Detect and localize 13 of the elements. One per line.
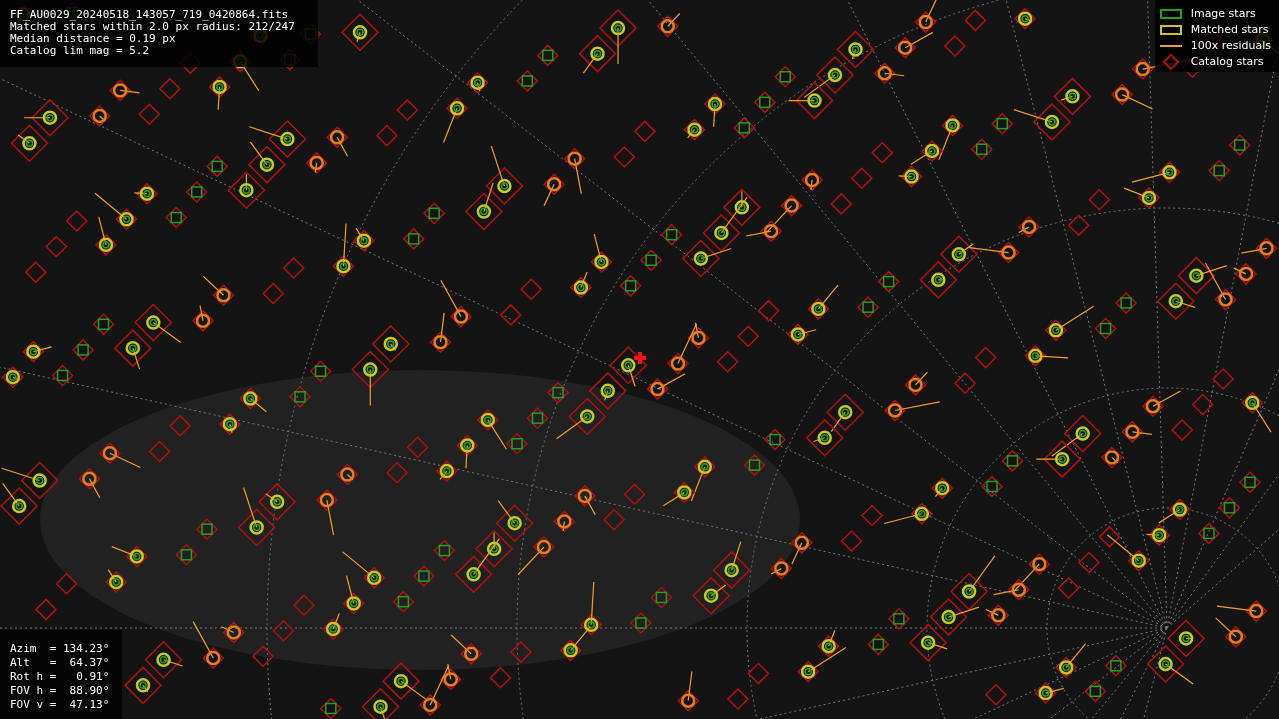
legend-label: Matched stars [1190, 23, 1269, 36]
info-text: Matched stars within 2.0 px radius: 212/247 [10, 21, 296, 33]
legend-label: Image stars [1190, 7, 1256, 20]
legend-label: Catalog stars [1190, 55, 1264, 68]
pointing-text: FOV h = 88.90° [10, 684, 111, 698]
pointing-text: Azim = 134.23° [10, 642, 111, 656]
info-text: Median distance = 0.19 px [10, 33, 177, 45]
info-text: Catalog lim mag = 5.2 [10, 45, 151, 57]
legend-label: 100x residuals [1190, 39, 1271, 52]
info-text: FF_AU0029_20240518_143057_719_0420864.fits [10, 9, 290, 21]
pointing-text: Rot h = 0.91° [10, 670, 111, 684]
pointing-text: Alt = 64.37° [10, 656, 111, 670]
pointing-text: FOV v = 47.13° [10, 698, 111, 712]
